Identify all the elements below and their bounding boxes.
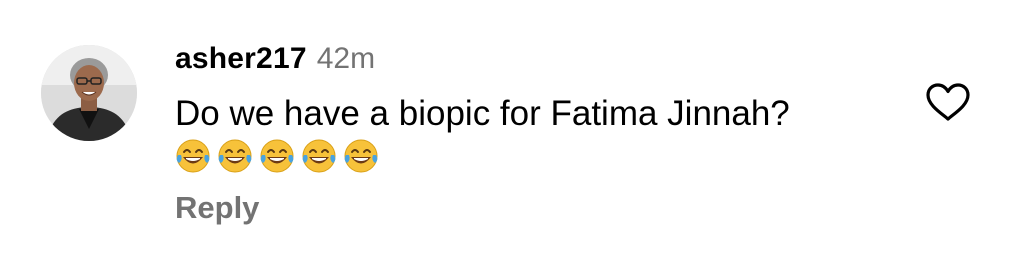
emoji-row xyxy=(175,138,379,178)
tears-of-joy-emoji-icon xyxy=(260,139,294,173)
tears-of-joy-emoji-icon xyxy=(302,139,336,173)
tears-of-joy-emoji-icon xyxy=(176,139,210,173)
user-avatar-image xyxy=(41,45,137,141)
tears-of-joy-emoji-icon xyxy=(344,139,378,173)
username-link[interactable]: asher217 xyxy=(175,42,307,76)
reply-button[interactable]: Reply xyxy=(175,190,259,226)
avatar[interactable] xyxy=(41,45,137,141)
heart-outline-icon xyxy=(926,83,970,121)
like-button[interactable] xyxy=(925,82,971,122)
comment-header: asher217 42m xyxy=(175,42,375,78)
comment-text: Do we have a biopic for Fatima Jinnah? xyxy=(175,94,790,133)
tears-of-joy-emoji-icon xyxy=(218,139,252,173)
timestamp: 42m xyxy=(316,42,376,75)
comment-item: asher217 42m Do we have a biopic for Fat… xyxy=(0,0,1024,262)
